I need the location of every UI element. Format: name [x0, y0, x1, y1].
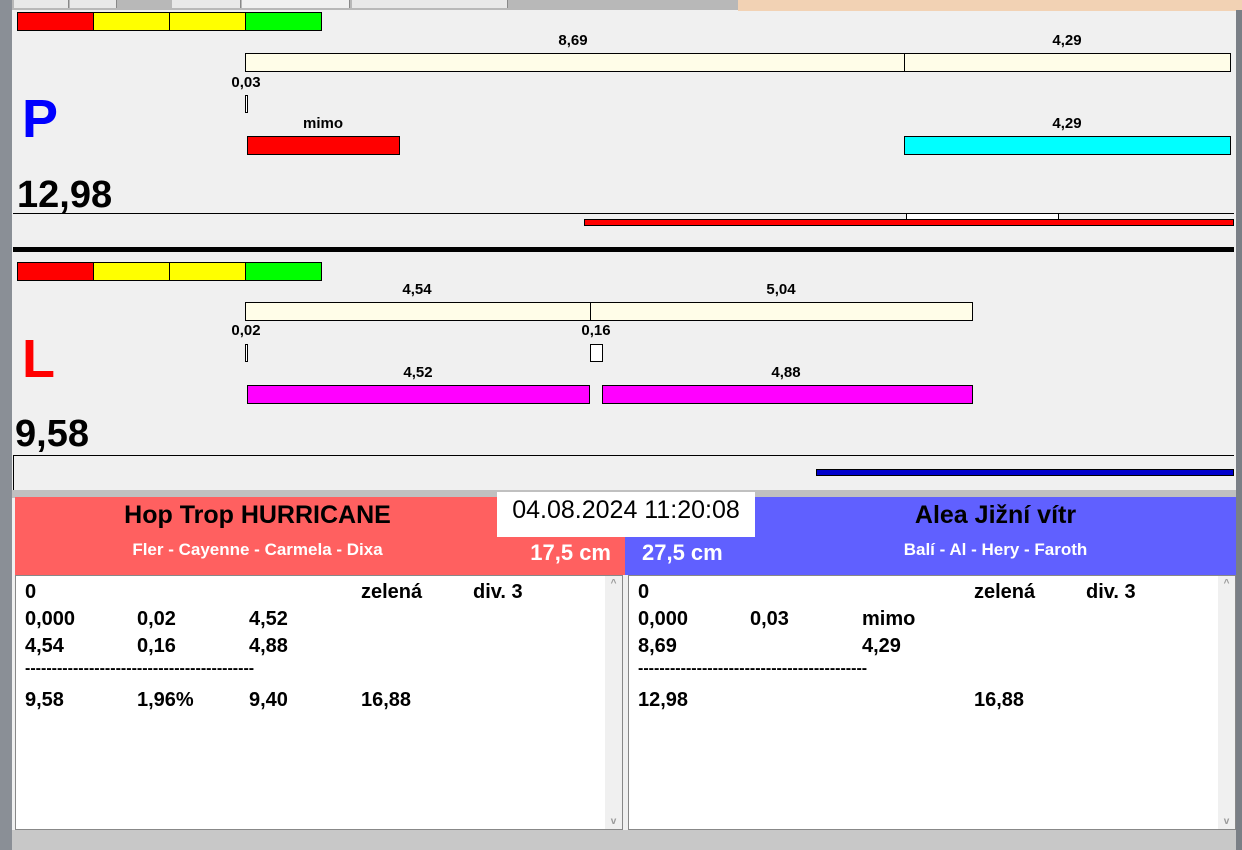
scale-green: [245, 12, 322, 31]
bar-label: mimo: [302, 115, 343, 132]
bar-label: 8,69: [558, 32, 588, 49]
separator-line: ----------------------------------------…: [25, 660, 255, 677]
gap-label: 0,02: [231, 322, 261, 339]
side-letter: P: [22, 89, 59, 149]
scroll-down-icon[interactable]: v: [1218, 816, 1235, 827]
bar-label: 4,54: [402, 281, 432, 298]
scale-yellow: [169, 12, 246, 31]
scale-yellow: [169, 262, 246, 281]
cell: div. 3: [473, 581, 523, 603]
window-edge: [0, 0, 12, 850]
cell: 0,000: [638, 608, 689, 630]
cell: 1,96%: [137, 689, 194, 711]
window-edge-right: [1236, 10, 1242, 850]
tab-4[interactable]: [242, 0, 350, 8]
result-bar: [904, 136, 1231, 155]
cell: zelená: [361, 581, 423, 603]
divider: [13, 455, 14, 490]
segment-bar: [245, 302, 591, 321]
cell: 8,69: [638, 635, 677, 657]
segment-bar: [904, 53, 1231, 72]
gap-label: 0,03: [231, 74, 261, 91]
right-size: 27,5 cm: [642, 540, 723, 565]
cell: mimo: [862, 608, 916, 630]
cell: 9,40: [249, 689, 288, 711]
divider: [13, 455, 1234, 456]
cell: 0: [25, 581, 37, 603]
cell: 16,88: [974, 689, 1025, 711]
segment-bar: [590, 302, 973, 321]
right-dog-name: Alea Jižní vítr: [914, 501, 1077, 529]
tab-1[interactable]: [14, 0, 69, 8]
panel-separator: [13, 247, 1234, 252]
title-area: [738, 0, 1242, 11]
total-value: 9,58: [15, 413, 89, 455]
result-bar: [247, 136, 400, 155]
left-pedigree: Fler - Cayenne - Carmela - Dixa: [132, 540, 383, 559]
scrollbar[interactable]: ^ v: [1218, 576, 1235, 829]
scale-yellow: [93, 12, 170, 31]
scroll-up-icon[interactable]: ^: [605, 578, 622, 589]
result-bar: [247, 385, 590, 404]
status-bar: [12, 830, 1236, 850]
cell: 12,98: [638, 689, 689, 711]
tab-5[interactable]: [352, 0, 508, 8]
cell: 0,02: [137, 608, 176, 630]
scale-red: [17, 262, 94, 281]
cell: 16,88: [361, 689, 412, 711]
scale-yellow: [93, 262, 170, 281]
gap-bar: [245, 344, 248, 362]
time-bar: [816, 469, 1234, 476]
gap-label: 0,16: [581, 322, 611, 339]
scrollbar[interactable]: ^ v: [605, 576, 622, 829]
gap-bar: [245, 95, 248, 113]
left-size: 17,5 cm: [530, 540, 611, 565]
cell: 9,58: [25, 689, 64, 711]
right-pedigree: Balí - Al - Hery - Faroth: [903, 540, 1088, 559]
side-letter: L: [22, 329, 55, 389]
left-results-textarea[interactable]: 0 zelená div. 3 0,000 0,02 4,52 4,54 0,1…: [15, 575, 623, 830]
separator-line: ----------------------------------------…: [638, 660, 868, 677]
cell: 4,52: [249, 608, 288, 630]
datetime: 04.08.2024 11:20:08: [497, 492, 755, 537]
bar-label: 4,29: [1052, 115, 1082, 132]
bar-label: 4,88: [771, 364, 801, 381]
cell: 4,88: [249, 635, 288, 657]
cell: 4,54: [25, 635, 64, 657]
scroll-down-icon[interactable]: v: [605, 816, 622, 827]
cell: 0,000: [25, 608, 76, 630]
bar-label: 5,04: [766, 281, 796, 298]
cell: div. 3: [1086, 581, 1136, 603]
scale-green: [245, 262, 322, 281]
left-dog-name: Hop Trop HURRICANE: [124, 501, 391, 529]
time-bar: [584, 219, 1234, 226]
bar-label: 4,52: [403, 364, 433, 381]
scale-red: [17, 12, 94, 31]
cell: zelená: [974, 581, 1036, 603]
result-bar: [602, 385, 973, 404]
cell: 0,03: [750, 608, 789, 630]
cell: 0: [638, 581, 650, 603]
cell: 4,29: [862, 635, 901, 657]
tab-3[interactable]: [172, 0, 241, 8]
total-value: 12,98: [17, 174, 113, 216]
tab-2[interactable]: [70, 0, 117, 8]
cell: 0,16: [137, 635, 176, 657]
scroll-up-icon[interactable]: ^: [1218, 578, 1235, 589]
bar-label: 4,29: [1052, 32, 1082, 49]
segment-bar: [245, 53, 905, 72]
gap-bar: [590, 344, 603, 362]
right-results-textarea[interactable]: 0 zelená div. 3 0,000 0,03 mimo 8,69 4,2…: [628, 575, 1236, 830]
